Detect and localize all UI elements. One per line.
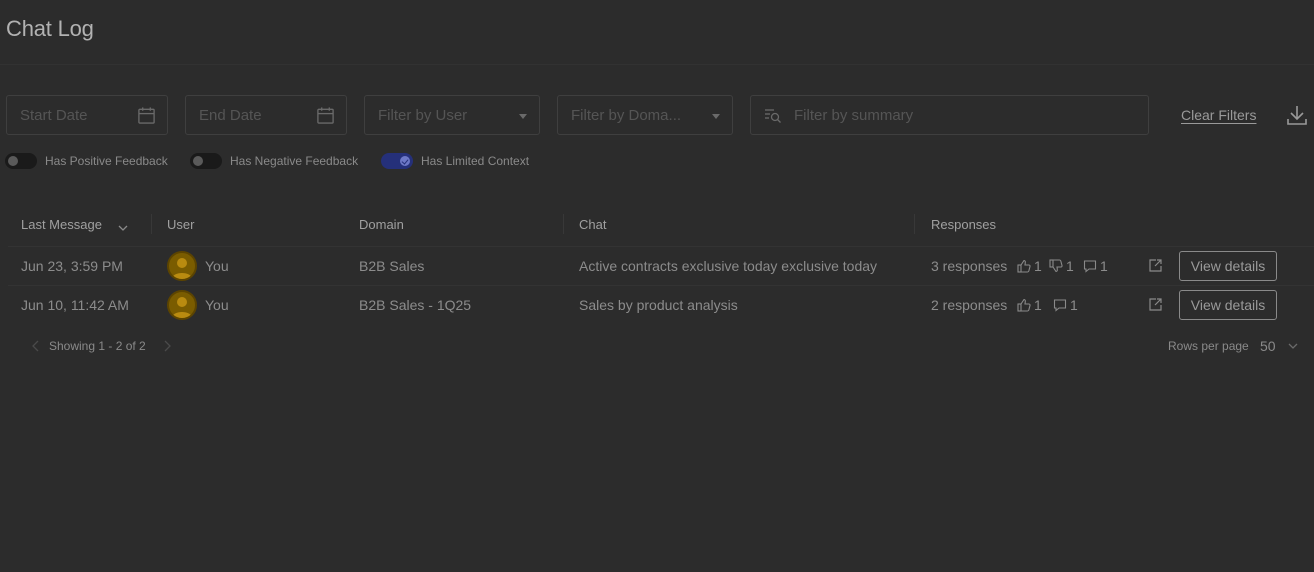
rows-per-page-label: Rows per page — [1168, 339, 1249, 353]
summary-search-input[interactable] — [751, 96, 1148, 134]
download-icon[interactable] — [1286, 104, 1308, 126]
chat-cell: Active contracts exclusive today exclusi… — [579, 258, 878, 274]
caret-down-icon — [712, 114, 720, 119]
chat-cell: Sales by product analysis — [579, 297, 738, 313]
table-row[interactable]: Jun 10, 11:42 AM You B2B Sales - 1Q25 Sa… — [0, 286, 1314, 324]
caret-down-icon — [519, 114, 527, 119]
table-row[interactable]: Jun 23, 3:59 PM You B2B Sales Active con… — [0, 247, 1314, 285]
sort-descending-icon[interactable] — [117, 222, 129, 234]
column-header-last-message[interactable]: Last Message — [21, 217, 102, 232]
domain-cell: B2B Sales - 1Q25 — [359, 297, 472, 313]
limited-context-toggle-group[interactable]: Has Limited Context — [381, 152, 529, 170]
toggle-label: Has Limited Context — [421, 154, 530, 168]
avatar — [167, 290, 197, 320]
domain-filter-placeholder: Filter by Doma... — [571, 107, 682, 124]
toggle-label: Has Positive Feedback — [45, 154, 168, 168]
user-avatar-icon — [172, 258, 192, 279]
thumbs-down-icon — [1049, 259, 1063, 273]
limited-context-toggle[interactable] — [381, 153, 413, 169]
open-chat-icon[interactable] — [1148, 297, 1163, 312]
domain-filter-select[interactable]: Filter by Doma... — [557, 95, 733, 135]
view-details-button[interactable]: View details — [1179, 251, 1277, 281]
avatar — [167, 251, 197, 281]
column-divider — [914, 214, 915, 234]
user-avatar-icon — [172, 297, 192, 318]
chevron-left-icon[interactable] — [31, 340, 41, 352]
column-divider — [563, 214, 564, 234]
thumbs-up-icon — [1017, 259, 1031, 273]
positive-feedback-toggle[interactable] — [5, 153, 37, 169]
thumbs-up-count: 1 — [1017, 258, 1042, 274]
chevron-down-icon[interactable] — [1287, 341, 1299, 351]
rows-per-page-select[interactable]: 50 — [1260, 338, 1276, 354]
responses-cell: 3 responses — [931, 258, 1008, 274]
comment-icon — [1083, 260, 1097, 273]
chevron-right-icon[interactable] — [162, 340, 172, 352]
start-date-filter[interactable] — [6, 95, 168, 135]
toggle-label: Has Negative Feedback — [230, 154, 359, 168]
column-header-user: User — [167, 217, 195, 232]
negative-feedback-toggle[interactable] — [190, 153, 222, 169]
page-title: Chat Log — [6, 16, 94, 41]
view-details-button[interactable]: View details — [1179, 290, 1277, 320]
positive-feedback-toggle-group[interactable]: Has Positive Feedback — [5, 152, 168, 170]
pagination-status: Showing 1 - 2 of 2 — [49, 339, 146, 353]
open-chat-icon[interactable] — [1148, 258, 1163, 273]
chat-log-page: Chat Log Filter by User Filter by Doma..… — [0, 0, 1314, 572]
thumbs-up-count: 1 — [1017, 297, 1042, 313]
user-filter-select[interactable]: Filter by User — [364, 95, 540, 135]
column-header-domain: Domain — [359, 217, 404, 232]
column-header-responses: Responses — [931, 217, 997, 232]
summary-filter[interactable] — [750, 95, 1149, 135]
end-date-filter[interactable] — [185, 95, 347, 135]
comment-count: 1 — [1083, 258, 1108, 274]
thumbs-up-icon — [1017, 298, 1031, 312]
domain-cell: B2B Sales — [359, 258, 425, 274]
calendar-icon[interactable] — [137, 106, 156, 125]
user-cell: You — [205, 258, 229, 274]
thumbs-down-count: 1 — [1049, 258, 1074, 274]
title-divider — [0, 64, 1314, 65]
column-divider — [151, 214, 152, 234]
comment-count: 1 — [1053, 297, 1078, 313]
last-message-cell: Jun 23, 3:59 PM — [21, 258, 123, 274]
comment-icon — [1053, 299, 1067, 312]
responses-cell: 2 responses — [931, 297, 1008, 313]
user-cell: You — [205, 297, 229, 313]
clear-filters-link[interactable]: Clear Filters — [1181, 107, 1256, 123]
calendar-icon[interactable] — [316, 106, 335, 125]
column-header-chat: Chat — [579, 217, 607, 232]
user-filter-placeholder: Filter by User — [378, 107, 468, 124]
last-message-cell: Jun 10, 11:42 AM — [21, 297, 129, 313]
negative-feedback-toggle-group[interactable]: Has Negative Feedback — [190, 152, 358, 170]
